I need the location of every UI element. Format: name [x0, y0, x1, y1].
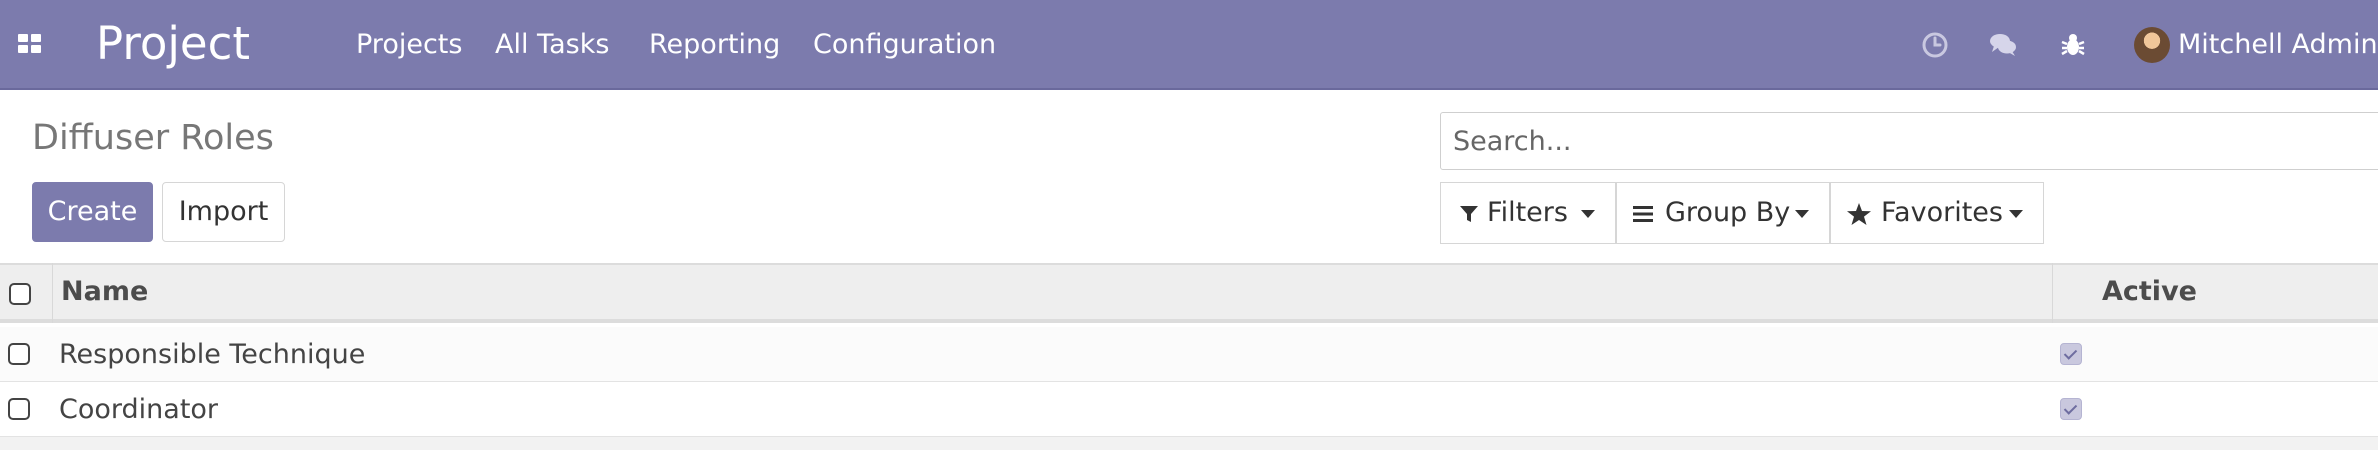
row-checkbox[interactable] [8, 398, 30, 420]
create-button[interactable]: Create [32, 182, 153, 242]
table-footer [0, 437, 2378, 450]
row-name: Coordinator [59, 394, 219, 425]
group-by-label: Group By [1665, 197, 1791, 228]
group-by-dropdown[interactable]: Group By [1616, 182, 1830, 244]
apps-grid-icon[interactable] [18, 34, 42, 54]
column-header-active[interactable]: Active [2102, 263, 2197, 323]
menu-reporting[interactable]: Reporting [649, 0, 780, 90]
select-all-checkbox[interactable] [9, 283, 31, 305]
import-button[interactable]: Import [162, 182, 285, 242]
menu-configuration[interactable]: Configuration [813, 0, 996, 90]
bug-icon[interactable] [2058, 30, 2088, 60]
filters-dropdown[interactable]: Filters [1440, 182, 1616, 244]
page-title: Diffuser Roles [32, 118, 274, 158]
row-checkbox[interactable] [8, 343, 30, 365]
row-name: Responsible Technique [59, 339, 366, 370]
column-divider [52, 263, 53, 323]
table-header [0, 263, 2378, 323]
filter-icon [1460, 206, 1478, 222]
menu-projects[interactable]: Projects [356, 0, 462, 90]
app-brand[interactable]: Project [96, 14, 250, 74]
active-checkbox [2060, 398, 2082, 420]
search-input[interactable] [1440, 112, 2378, 170]
favorites-dropdown[interactable]: Favorites [1830, 182, 2044, 244]
clock-icon[interactable] [1920, 30, 1950, 60]
menu-all-tasks[interactable]: All Tasks [495, 0, 609, 90]
chevron-down-icon [1581, 210, 1595, 218]
chevron-down-icon [1795, 210, 1809, 218]
chat-icon[interactable] [1988, 30, 2018, 60]
star-icon [1847, 203, 1871, 225]
user-menu[interactable]: Mitchell Admin [2178, 0, 2378, 90]
top-navbar: Project Projects All Tasks Reporting Con… [0, 0, 2378, 90]
column-header-name[interactable]: Name [61, 263, 148, 323]
active-checkbox [2060, 343, 2082, 365]
column-divider [2052, 263, 2053, 323]
filters-label: Filters [1487, 197, 1568, 228]
chevron-down-icon [2009, 210, 2023, 218]
table-row[interactable]: Coordinator [0, 382, 2378, 437]
list-icon [1633, 206, 1653, 222]
table-row[interactable]: Responsible Technique [0, 327, 2378, 382]
favorites-label: Favorites [1881, 197, 2003, 228]
user-avatar[interactable] [2134, 27, 2170, 63]
